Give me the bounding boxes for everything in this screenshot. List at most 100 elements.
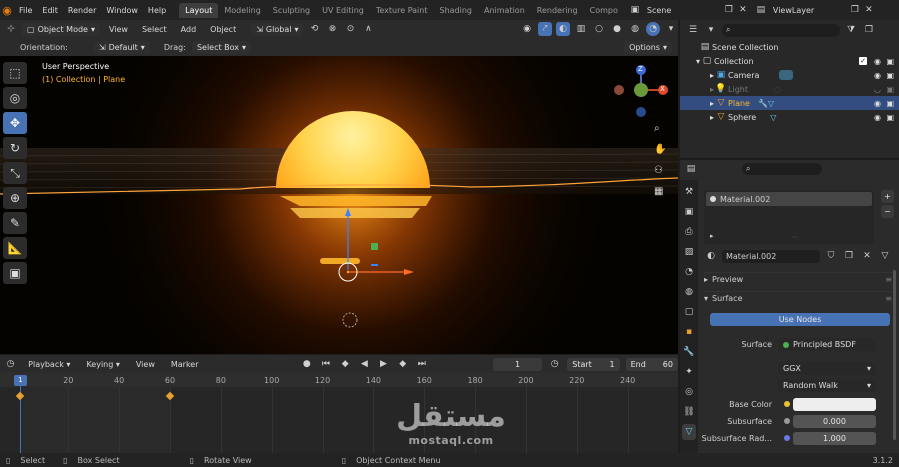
shading-options-icon[interactable]: ▾ [664, 22, 678, 36]
tab-rendering[interactable]: Rendering [531, 3, 584, 18]
menu-edit[interactable]: Edit [37, 6, 63, 15]
properties-scrollbar[interactable] [893, 270, 896, 440]
shading-rendered-icon[interactable]: ◔ [646, 22, 660, 36]
resize-handle-icon[interactable]: ⋯ [792, 234, 798, 241]
object-tab-icon[interactable]: ▪ [682, 324, 696, 340]
orientation-default-select[interactable]: ⇲ Default ▾ [93, 40, 150, 54]
viewport-menu-view[interactable]: View [104, 25, 133, 34]
outliner-item-plane[interactable]: ▸ ▽ Plane 🔧 ▽ ◉ ▣ [680, 96, 899, 110]
tab-texture-paint[interactable]: Texture Paint [370, 3, 434, 18]
render-tab-icon[interactable]: ▣ [682, 204, 696, 220]
tab-animation[interactable]: Animation [478, 3, 531, 18]
gizmo-toggle-icon[interactable]: ⤤ [538, 22, 552, 36]
material-slot-list[interactable]: Material.002 ▸ ⋯ [704, 190, 874, 244]
menu-render[interactable]: Render [63, 6, 101, 15]
transform-tool-icon[interactable]: ⊕ [3, 187, 27, 209]
subsurface-method-select[interactable]: Random Walk ▾ [778, 379, 876, 392]
particles-tab-icon[interactable]: ✦ [682, 364, 696, 380]
socket-icon[interactable] [784, 435, 790, 441]
next-keyframe-icon[interactable]: ◆ [396, 357, 409, 371]
outliner-scene-collection[interactable]: ▤ Scene Collection [680, 40, 899, 54]
play-icon[interactable]: ▶ [377, 357, 390, 371]
outliner-item-camera[interactable]: ▸ ▣ Camera ◉ ▣ [680, 68, 899, 82]
outliner-collection[interactable]: ▾ ▢ Collection ✓ ◉ ▣ [680, 54, 899, 68]
outliner-editor-icon[interactable]: ☰ [686, 23, 700, 37]
tool-tab-icon[interactable]: ⚒ [682, 184, 696, 200]
menu-help[interactable]: Help [143, 6, 171, 15]
physics-tab-icon[interactable]: ◎ [682, 384, 696, 400]
jump-end-icon[interactable]: ⏭ [415, 357, 428, 371]
remove-slot-button[interactable]: − [881, 205, 894, 218]
tab-uv-editing[interactable]: UV Editing [316, 3, 370, 18]
add-cube-tool-icon[interactable]: ▣ [3, 262, 27, 284]
select-box-tool-icon[interactable]: ⬚ [3, 62, 27, 84]
shading-material-icon[interactable]: ◍ [628, 22, 642, 36]
prev-keyframe-icon[interactable]: ◆ [339, 357, 352, 371]
timeline-menu-playback[interactable]: Playback ▾ [23, 360, 75, 369]
rotate-tool-icon[interactable]: ↻ [3, 137, 27, 159]
viewport-menu-add[interactable]: Add [176, 25, 202, 34]
jump-start-icon[interactable]: ⏮ [319, 357, 332, 371]
tab-sculpting[interactable]: Sculpting [267, 3, 316, 18]
zoom-icon[interactable]: ⌕ [654, 123, 668, 137]
subsurface-field[interactable]: 0.000 [793, 415, 876, 428]
socket-icon[interactable] [784, 418, 790, 424]
new-collection-icon[interactable]: ❐ [862, 23, 876, 37]
properties-search-input[interactable]: ⌕ [742, 163, 822, 175]
expand-list-icon[interactable]: ▸ [710, 232, 714, 240]
pan-hand-icon[interactable]: ✋ [654, 144, 668, 158]
drag-handle-icon[interactable]: ≡ [885, 294, 892, 303]
timeline-editor-icon[interactable]: ◷ [4, 357, 17, 371]
eye-icon[interactable]: ◉ [874, 57, 881, 66]
filter-icon[interactable]: ▾ [704, 23, 718, 37]
base-color-swatch[interactable] [793, 398, 876, 411]
render-camera-icon[interactable]: ▣ [886, 85, 894, 94]
unlink-material-icon[interactable]: ✕ [860, 249, 874, 263]
perspective-grid-icon[interactable]: ▦ [654, 186, 668, 200]
xray-icon[interactable]: ▥ [574, 22, 588, 36]
options-button[interactable]: Options ▾ [624, 40, 672, 54]
camera-data-icon[interactable] [779, 70, 794, 80]
timeline-menu-marker[interactable]: Marker [166, 360, 204, 369]
tab-shading[interactable]: Shading [433, 3, 478, 18]
fake-user-shield-icon[interactable]: ⛉ [824, 249, 838, 263]
delete-view-layer-icon[interactable]: ✕ [862, 3, 876, 17]
socket-icon[interactable] [784, 401, 790, 407]
eye-icon[interactable]: ◉ [874, 99, 881, 108]
outliner-search-input[interactable]: ⌕ [722, 23, 840, 37]
start-frame-field[interactable]: Start 1 [567, 357, 620, 371]
view-layer-icon[interactable]: ▤ [754, 3, 768, 17]
outliner-item-sphere[interactable]: ▸ ▽ Sphere ▽ ◉ ▣ [680, 110, 899, 124]
menu-file[interactable]: File [14, 6, 37, 15]
mode-select[interactable]: ▢ Object Mode ▾ [22, 22, 100, 36]
use-nodes-button[interactable]: Use Nodes [710, 313, 890, 326]
camera-view-icon[interactable]: ⚇ [654, 165, 668, 179]
falloff-icon[interactable]: ∧ [361, 22, 375, 36]
surface-panel-header[interactable]: ▾ Surface ≡ [704, 291, 896, 305]
eye-icon[interactable]: ◉ [874, 113, 881, 122]
subsurface-radius-field[interactable]: 1.000 [793, 432, 876, 445]
current-frame-field[interactable]: 1 [493, 357, 543, 371]
add-slot-button[interactable]: + [881, 190, 894, 203]
blender-logo-icon[interactable]: ◉ [0, 3, 14, 17]
visibility-icon[interactable]: ◉ [520, 22, 534, 36]
preview-range-icon[interactable]: ◷ [548, 357, 561, 371]
timeline-menu-keying[interactable]: Keying ▾ [81, 360, 124, 369]
checkbox-icon[interactable]: ✓ [859, 57, 867, 65]
shading-wireframe-icon[interactable]: ○ [592, 22, 606, 36]
pivot-icon[interactable]: ⟲ [307, 22, 321, 36]
delete-scene-icon[interactable]: ✕ [736, 3, 750, 17]
light-data-icon[interactable]: ◌ [774, 85, 781, 94]
viewport-menu-object[interactable]: Object [205, 25, 241, 34]
preview-panel-header[interactable]: ▸ Preview ≡ [704, 272, 896, 286]
shading-solid-icon[interactable]: ● [610, 22, 624, 36]
3d-viewport[interactable]: User Perspective (1) Collection | Plane … [0, 56, 678, 354]
tab-compositing[interactable]: Compo [584, 3, 624, 18]
proportional-edit-icon[interactable]: ⊙ [343, 22, 357, 36]
duplicate-material-icon[interactable]: ❐ [842, 249, 856, 263]
render-camera-icon[interactable]: ▣ [886, 71, 894, 80]
tab-modeling[interactable]: Modeling [218, 3, 266, 18]
view-layer-name[interactable]: ViewLayer [768, 6, 848, 15]
cursor-tool-icon[interactable]: ◎ [3, 87, 27, 109]
scene-icon[interactable]: ▣ [628, 3, 642, 17]
